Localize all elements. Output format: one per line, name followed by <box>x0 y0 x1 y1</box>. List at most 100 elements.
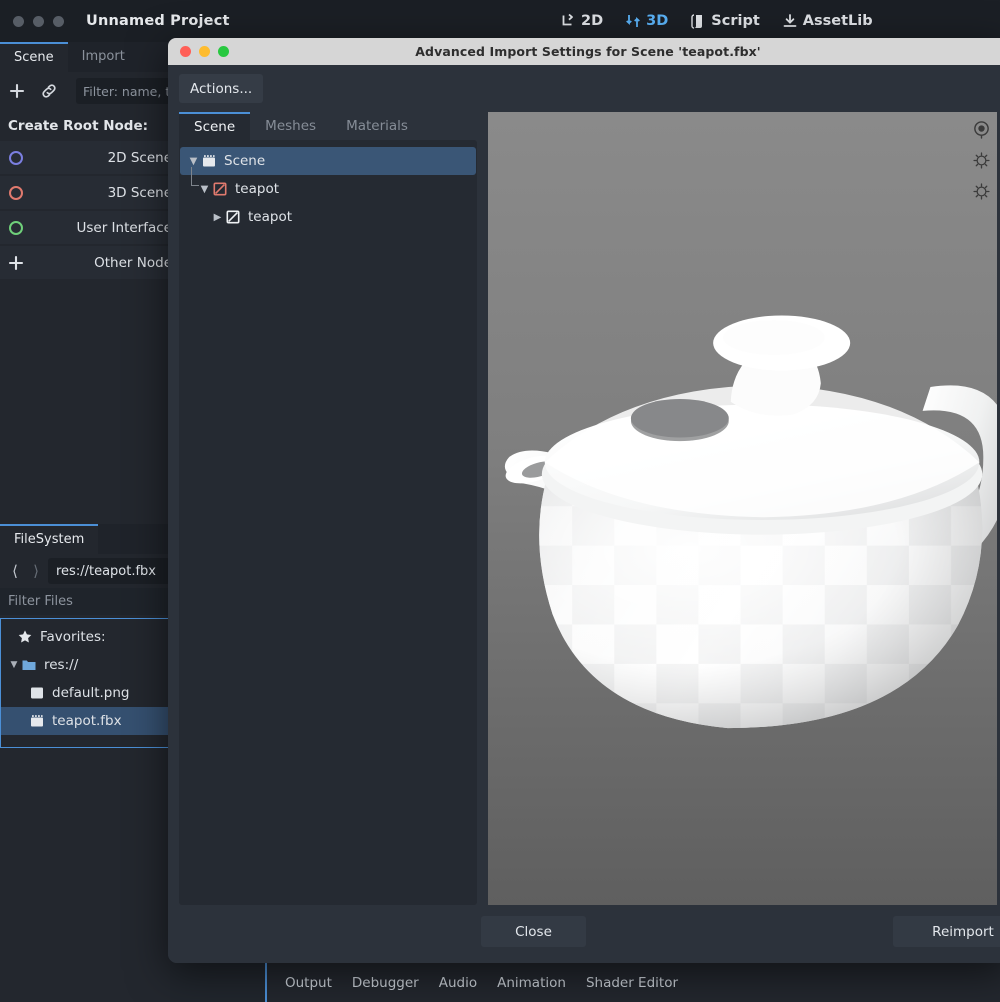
dialog-title: Advanced Import Settings for Scene 'teap… <box>415 44 761 59</box>
dialog-tabbar: Scene Meshes Materials <box>179 112 477 140</box>
scene-file-icon <box>31 715 43 727</box>
scene-toolbar: Filter: name, t: <box>0 72 170 110</box>
rotate-gizmo-icon[interactable] <box>972 120 991 139</box>
filesystem-tree: Favorites: ▼ res:// default.png teapot.f… <box>0 618 170 748</box>
light-2-gizmo-icon[interactable] <box>972 182 991 201</box>
toolbar-button-assetlib[interactable]: AssetLib <box>782 13 873 29</box>
create-root-3d-scene[interactable]: 3D Scene <box>0 176 172 209</box>
2d-icon <box>562 13 573 26</box>
filesystem-path-field[interactable]: res://teapot.fbx <box>48 558 170 584</box>
scene-dock-tabbar: Scene Import <box>0 42 170 72</box>
bottom-panel-tabbar: Output Debugger Audio Animation Shader E… <box>265 962 1000 1002</box>
maximize-light[interactable] <box>53 15 64 27</box>
toolbar-label-2d: 2D <box>581 13 604 29</box>
tab-output[interactable]: Output <box>285 975 332 991</box>
create-root-other-node[interactable]: Other Node <box>0 246 172 279</box>
plus-icon[interactable] <box>8 82 26 100</box>
toolbar-button-3d[interactable]: 3D <box>625 13 668 29</box>
create-root-2d-scene-label: 2D Scene <box>107 149 172 166</box>
toolbar-label-assetlib: AssetLib <box>802 13 873 29</box>
meshinstance3d-icon <box>226 210 240 224</box>
chevron-down-icon[interactable]: ▼ <box>186 156 201 167</box>
create-root-user-interface-label: User Interface <box>76 219 172 236</box>
reimport-button[interactable]: Reimport <box>893 916 1000 947</box>
main-window-titlebar: Unnamed Project 2D 3D Script AssetLib <box>0 0 1000 42</box>
tree-item-scene[interactable]: ▼ Scene <box>180 147 476 175</box>
create-root-node-label: Create Root Node: <box>8 118 149 134</box>
tab-materials[interactable]: Materials <box>331 112 423 140</box>
dialog-footer: Close Reimport <box>168 905 1000 963</box>
tab-audio[interactable]: Audio <box>439 975 477 991</box>
chevron-right-icon[interactable]: ⟩ <box>27 560 45 582</box>
image-file-icon <box>31 687 43 699</box>
filesystem-path-value: res://teapot.fbx <box>56 563 156 579</box>
chevron-down-icon[interactable]: ▼ <box>197 184 212 195</box>
toolbar-button-2d[interactable]: 2D <box>560 13 603 29</box>
list-item-favorites[interactable]: Favorites: <box>1 623 170 651</box>
tab-scene[interactable]: Scene <box>0 42 68 72</box>
create-root-2d-scene[interactable]: 2D Scene <box>0 141 172 174</box>
folder-icon <box>22 660 36 670</box>
dialog-titlebar[interactable]: Advanced Import Settings for Scene 'teap… <box>168 38 1000 65</box>
assetlib-icon <box>783 14 797 27</box>
tree-item-teapot-node3d[interactable]: ▼ teapot <box>179 167 477 203</box>
viewport-gizmo-group <box>972 120 991 201</box>
tree-item-teapot-mesh-label: teapot <box>248 209 292 225</box>
tree-item-teapot-node3d-label: teapot <box>235 181 279 197</box>
project-title: Unnamed Project <box>86 13 230 29</box>
toolbar-label-3d: 3D <box>646 13 669 29</box>
list-item-teapot-fbx-label: teapot.fbx <box>52 713 122 729</box>
import-scene-tree: ▼ Scene ▼ teapot ▶ teapot <box>179 140 477 905</box>
list-item-res-root[interactable]: ▼ res:// <box>1 651 170 679</box>
tab-filesystem[interactable]: FileSystem <box>0 524 99 554</box>
create-root-user-interface[interactable]: User Interface <box>0 211 172 244</box>
scene-filter-placeholder: Filter: name, t: <box>83 83 170 99</box>
filesystem-filter-input[interactable]: Filter Files <box>0 588 170 615</box>
toolbar-button-script[interactable]: Script <box>690 13 760 29</box>
tree-connector <box>204 195 212 214</box>
3d-icon <box>626 15 641 27</box>
link-icon[interactable] <box>40 82 58 100</box>
close-light[interactable] <box>13 15 24 27</box>
control-icon <box>9 220 23 235</box>
scene-root-icon <box>203 155 215 167</box>
list-item-res-root-label: res:// <box>44 657 79 673</box>
filesystem-filter-placeholder: Filter Files <box>8 594 73 609</box>
actions-button[interactable]: Actions... <box>179 74 264 103</box>
plus-icon <box>8 255 24 270</box>
model-preview-viewport[interactable] <box>488 112 997 905</box>
tab-import[interactable]: Import <box>67 42 139 72</box>
dialog-body: Actions... Scene Meshes Materials ▼ Scen… <box>168 65 1000 963</box>
list-item-default-png-label: default.png <box>52 685 130 701</box>
tab-animation[interactable]: Animation <box>497 975 566 991</box>
scene-filter-input[interactable]: Filter: name, t: <box>76 78 170 104</box>
toolbar-label-script: Script <box>711 13 760 29</box>
filesystem-dock: FileSystem ⟨ ⟩ res://teapot.fbx Filter F… <box>0 524 170 1002</box>
tab-scene[interactable]: Scene <box>179 112 251 140</box>
script-icon <box>691 14 703 29</box>
tab-debugger[interactable]: Debugger <box>352 975 419 991</box>
node3d-icon <box>213 182 227 196</box>
node2d-icon <box>9 150 23 165</box>
chevron-left-icon[interactable]: ⟨ <box>6 560 24 582</box>
chevron-right-icon[interactable]: ▶ <box>210 212 225 223</box>
dialog-left-pane: Scene Meshes Materials ▼ Scene ▼ teapot … <box>179 112 477 905</box>
list-item-teapot-fbx[interactable]: teapot.fbx <box>1 707 170 735</box>
tree-item-teapot-mesh[interactable]: ▶ teapot <box>179 203 477 231</box>
create-root-other-node-label: Other Node <box>94 254 172 271</box>
close-button[interactable]: Close <box>481 916 586 947</box>
filesystem-path-row: ⟨ ⟩ res://teapot.fbx <box>0 554 170 588</box>
list-item-default-png[interactable]: default.png <box>1 679 170 707</box>
tab-shader-editor[interactable]: Shader Editor <box>586 975 678 991</box>
minimize-light[interactable] <box>33 15 44 27</box>
tab-meshes[interactable]: Meshes <box>250 112 331 140</box>
window-traffic-lights[interactable] <box>13 15 64 27</box>
create-root-3d-scene-label: 3D Scene <box>107 184 172 201</box>
main-editor-mode-toolbar: 2D 3D Script AssetLib <box>560 0 873 42</box>
list-item-favorites-label: Favorites: <box>40 629 106 645</box>
chevron-down-icon[interactable]: ▼ <box>7 660 21 670</box>
tree-item-scene-label: Scene <box>224 153 266 169</box>
light-1-gizmo-icon[interactable] <box>972 151 991 170</box>
teapot-3d-preview <box>504 315 997 729</box>
advanced-import-settings-dialog: Advanced Import Settings for Scene 'teap… <box>168 38 1000 963</box>
